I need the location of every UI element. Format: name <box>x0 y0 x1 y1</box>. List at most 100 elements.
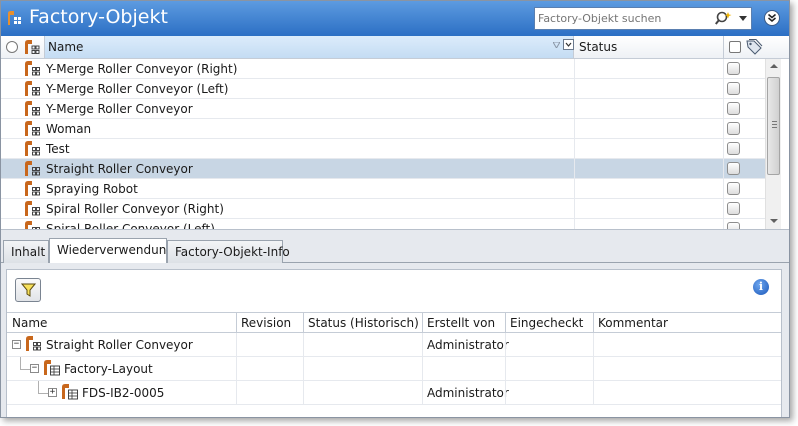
info-icon[interactable]: i <box>753 279 769 295</box>
row-checkbox[interactable] <box>727 162 740 175</box>
tree-connector <box>38 381 39 393</box>
factory-object-icon <box>25 121 40 136</box>
row-checkbox[interactable] <box>727 182 740 195</box>
select-all-checkbox[interactable] <box>729 41 741 53</box>
column-divider <box>422 333 423 357</box>
tab-wiederverwendung[interactable]: Wiederverwendung <box>49 238 174 264</box>
usage-panel-content: i Name Revision Status (Historisch) Erst… <box>6 269 782 417</box>
thumb-grip <box>772 127 777 128</box>
list-row-name: Y-Merge Roller Conveyor (Left) <box>46 82 229 96</box>
tree-connector <box>38 393 48 394</box>
column-divider <box>574 99 575 119</box>
column-divider <box>236 381 237 405</box>
list-vertical-scrollbar[interactable] <box>765 59 781 229</box>
list-row[interactable]: Straight Roller Conveyor <box>1 159 765 179</box>
column-divider <box>574 79 575 99</box>
column-divider <box>593 313 594 333</box>
factory-object-icon <box>26 336 41 351</box>
expand-node-button[interactable]: + <box>48 388 57 397</box>
usage-table-row[interactable]: − Factory-Layout <box>7 357 781 381</box>
list-row-name: Spiral Roller Conveyor (Right) <box>46 202 224 216</box>
tag-icon[interactable] <box>745 39 763 55</box>
column-divider <box>303 313 304 333</box>
factory-object-type-icon[interactable] <box>24 40 40 55</box>
usage-table: Name Revision Status (Historisch) Erstel… <box>7 312 781 417</box>
factory-object-list: Name Status Y-Merge Roller Conveyor (Rig… <box>1 36 789 229</box>
column-divider <box>303 333 304 357</box>
column-divider <box>593 357 594 381</box>
column-header-status-historisch[interactable]: Status (Historisch) <box>308 316 419 330</box>
column-divider <box>574 59 575 79</box>
column-header-kommentar[interactable]: Kommentar <box>598 316 668 330</box>
column-divider <box>723 199 724 219</box>
column-divider <box>723 219 724 229</box>
tab-factory-objekt-info[interactable]: Factory-Objekt-Info <box>167 240 290 263</box>
column-divider <box>593 333 594 357</box>
factory-object-app-icon <box>8 11 21 25</box>
column-divider <box>505 381 506 405</box>
row-checkbox[interactable] <box>727 142 740 155</box>
select-all-radio[interactable] <box>6 41 18 53</box>
factory-layout-icon <box>62 384 78 400</box>
column-divider <box>593 381 594 405</box>
search-input[interactable] <box>538 10 708 27</box>
column-header-revision[interactable]: Revision <box>241 316 291 330</box>
list-row-name: Y-Merge Roller Conveyor (Right) <box>46 62 238 76</box>
list-row[interactable]: Y-Merge Roller Conveyor (Right) <box>1 59 765 79</box>
list-rows: Y-Merge Roller Conveyor (Right) Y-Merge R… <box>1 59 765 229</box>
list-row[interactable]: Woman <box>1 119 765 139</box>
row-checkbox[interactable] <box>727 102 740 115</box>
funnel-icon <box>21 283 36 297</box>
column-header-name-label: Name <box>48 40 84 54</box>
column-header-name[interactable]: Name <box>44 36 574 58</box>
list-row[interactable]: Y-Merge Roller Conveyor <box>1 99 765 119</box>
collapse-node-button[interactable]: − <box>12 340 21 349</box>
column-header-eingecheckt[interactable]: Eingecheckt <box>510 316 583 330</box>
list-header: Name Status <box>1 36 789 59</box>
tab-inhalt[interactable]: Inhalt <box>3 240 49 263</box>
list-row[interactable]: Spiral Roller Conveyor (Right) <box>1 199 765 219</box>
usage-table-row[interactable]: + FDS-IB2-0005 Administrator <box>7 381 781 405</box>
row-checkbox[interactable] <box>727 222 740 229</box>
search-icon[interactable] <box>715 11 733 27</box>
collapse-node-button[interactable]: − <box>30 364 39 373</box>
column-header-name[interactable]: Name <box>12 316 47 330</box>
column-divider <box>303 381 304 405</box>
usage-table-row[interactable]: − Straight Roller Conveyor Administrator <box>7 333 781 357</box>
column-divider <box>574 179 575 199</box>
row-checkbox[interactable] <box>727 202 740 215</box>
column-divider <box>723 139 724 159</box>
column-divider <box>422 357 423 381</box>
list-row[interactable]: Spiral Roller Conveyor (Left) <box>1 219 765 229</box>
column-divider <box>574 219 575 229</box>
column-header-status[interactable]: Status <box>579 40 617 54</box>
column-divider <box>505 357 506 381</box>
column-divider <box>723 79 724 99</box>
thumb-grip <box>772 124 777 125</box>
collapse-panel-button[interactable] <box>764 10 780 26</box>
filter-button[interactable] <box>15 278 41 302</box>
scrollbar-thumb[interactable] <box>767 77 780 175</box>
tab-label: Wiederverwendung <box>57 243 174 257</box>
list-row[interactable]: Spraying Robot <box>1 179 765 199</box>
column-divider <box>574 199 575 219</box>
row-checkbox[interactable] <box>727 82 740 95</box>
scroll-down-arrow[interactable] <box>770 219 778 223</box>
search-box[interactable] <box>534 7 752 30</box>
row-checkbox[interactable] <box>727 122 740 135</box>
column-header-erstellt-von[interactable]: Erstellt von <box>427 316 495 330</box>
column-divider <box>574 139 575 159</box>
thumb-grip <box>772 121 777 122</box>
factory-object-window: Factory-Objekt Factory-Objekt suchen Nam… <box>0 0 790 418</box>
column-divider <box>723 159 724 179</box>
search-options-dropdown[interactable] <box>739 16 747 21</box>
column-filter-icon[interactable] <box>563 39 574 50</box>
panel-splitter[interactable] <box>1 229 789 237</box>
list-row[interactable]: Test <box>1 139 765 159</box>
row-checkbox[interactable] <box>727 62 740 75</box>
list-row[interactable]: Y-Merge Roller Conveyor (Left) <box>1 79 765 99</box>
column-divider <box>574 159 575 179</box>
double-chevron-down-icon <box>768 13 776 22</box>
scroll-up-arrow[interactable] <box>770 64 778 68</box>
factory-object-icon <box>25 81 40 96</box>
